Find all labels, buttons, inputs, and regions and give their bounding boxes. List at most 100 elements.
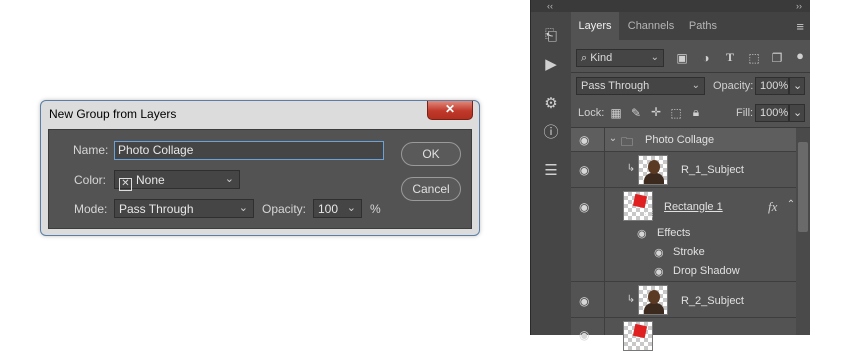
cancel-button[interactable]: Cancel — [401, 177, 461, 201]
layer-name[interactable]: Photo Collage — [645, 134, 714, 146]
divider — [604, 224, 605, 243]
image-filter-icon[interactable]: ▣ — [674, 51, 690, 65]
lock-label: Lock: — [578, 107, 605, 119]
color-label: Color: — [74, 173, 107, 187]
effects-label: Effects — [657, 227, 691, 239]
collapse-icon[interactable]: ‹‹ — [547, 0, 553, 12]
shape-vector-icon: ⬚ — [644, 208, 654, 219]
chevron-down-icon: ⌄ — [691, 80, 700, 91]
panel-menu-icon[interactable]: ≡ — [796, 19, 804, 34]
layer-name[interactable]: Rectangle 1 — [664, 201, 723, 213]
visibility-eye-icon[interactable]: ◉ — [579, 200, 589, 214]
subject-body — [644, 303, 664, 314]
opacity-label: Opacity: — [262, 202, 307, 216]
opacity-input[interactable]: 100 ⌄ — [313, 199, 362, 218]
layers-panel: ›› Layers Channels Paths ≡ ⌕ Kind ⌄ ▣ ◑ … — [571, 0, 810, 351]
layer-row-group[interactable]: ◉ ⌄ 🗀︎ Photo Collage — [571, 128, 796, 152]
play-actions-icon[interactable]: ▶ — [539, 54, 563, 76]
lock-all-icon[interactable]: 🔒︎ — [688, 105, 704, 120]
search-icon: ⌕ — [581, 52, 591, 64]
opacity-dropdown[interactable]: ⌄ — [789, 77, 805, 95]
visibility-eye-icon[interactable]: ◉ — [579, 294, 589, 308]
divider — [604, 188, 605, 224]
history-icon[interactable]: ⎗ — [539, 25, 563, 47]
shape-red-square — [632, 193, 648, 209]
visibility-eye-icon[interactable]: ◉ — [637, 227, 647, 240]
tab-channels[interactable]: Channels — [619, 12, 683, 40]
panel-header: ›› — [571, 0, 810, 12]
layer-name[interactable]: R_1_Subject — [681, 164, 744, 176]
layer-name[interactable]: R_2_Subject — [681, 295, 744, 307]
character-styles-icon[interactable]: ☰ — [539, 160, 563, 182]
effect-row-stroke[interactable]: ◉ Stroke — [571, 243, 796, 262]
divider — [604, 262, 605, 281]
tab-layers[interactable]: Layers — [571, 12, 619, 40]
chevron-down-icon: ⌄ — [224, 173, 234, 185]
smart-object-filter-icon[interactable]: ❐ — [769, 51, 785, 65]
effect-name: Stroke — [673, 246, 705, 258]
mode-select[interactable]: Pass Through ⌄ — [114, 199, 254, 218]
subject-face — [648, 160, 660, 174]
close-icon: ✕ — [444, 102, 456, 116]
mode-select-value: Pass Through — [119, 202, 194, 216]
visibility-eye-icon[interactable]: ◉ — [654, 265, 664, 278]
ok-button[interactable]: OK — [401, 142, 461, 166]
blend-mode-select[interactable]: Pass Through ⌄ — [576, 77, 705, 95]
color-select[interactable]: ✕ None ⌄ — [114, 170, 240, 191]
type-filter-icon[interactable]: T — [722, 50, 738, 65]
visibility-eye-icon[interactable]: ◉ — [579, 328, 589, 342]
lock-artboard-icon[interactable]: ⬚ — [668, 106, 684, 120]
filter-kind-value: Kind — [590, 52, 613, 64]
layer-thumbnail — [638, 155, 668, 185]
scrollbar-thumb[interactable] — [798, 142, 808, 232]
color-select-value: None — [136, 173, 165, 187]
subject-face — [648, 290, 660, 304]
expand-icon[interactable]: ›› — [796, 0, 802, 12]
dialog-body: Name: Photo Collage Color: ✕ None ⌄ Mode:… — [48, 129, 472, 229]
close-button[interactable]: ✕ — [427, 101, 473, 120]
subject-body — [644, 173, 664, 184]
chevron-down-icon: ⌄ — [793, 80, 803, 92]
adjustment-filter-icon[interactable]: ◑ — [698, 51, 714, 65]
layers-scrollbar[interactable] — [796, 128, 810, 335]
fx-icon[interactable]: fx — [768, 199, 777, 215]
visibility-eye-icon[interactable]: ◉ — [579, 163, 589, 177]
chevron-down-icon: ⌄ — [793, 107, 803, 119]
properties-icon[interactable]: ⚙ — [539, 93, 563, 115]
filter-toggle-icon[interactable]: ● — [792, 48, 808, 63]
fill-dropdown[interactable]: ⌄ — [789, 104, 805, 122]
layer-row-partial[interactable]: ◉ — [571, 318, 796, 351]
effects-row[interactable]: ◉ Effects — [571, 224, 796, 243]
layer-row[interactable]: ◉ ↳ R_1_Subject — [571, 152, 796, 188]
tab-paths[interactable]: Paths — [683, 12, 723, 40]
new-group-dialog: New Group from Layers ✕ Name: Photo Coll… — [40, 100, 480, 236]
shape-red-square — [632, 323, 648, 339]
fill-label: Fill: — [736, 107, 754, 119]
chevron-down-icon: ⌄ — [238, 202, 248, 214]
folder-icon: 🗀︎ — [620, 135, 633, 149]
layer-opacity-input[interactable]: 100% — [755, 77, 789, 95]
fill-input[interactable]: 100% — [755, 104, 789, 122]
effect-row-drop-shadow[interactable]: ◉ Drop Shadow — [571, 262, 796, 282]
name-label: Name: — [73, 143, 109, 157]
visibility-eye-icon[interactable]: ◉ — [654, 246, 664, 259]
none-color-icon: ✕ — [119, 178, 132, 191]
info-icon[interactable]: ⓘ — [539, 122, 563, 144]
name-input[interactable]: Photo Collage — [114, 141, 384, 160]
clipping-arrow-icon: ↳ — [626, 163, 636, 174]
opacity-value: 100 — [318, 202, 339, 216]
divider — [604, 282, 605, 317]
layer-row[interactable]: ◉ ↳ R_2_Subject — [571, 282, 796, 318]
dialog-title: New Group from Layers — [49, 107, 177, 121]
layer-thumbnail — [623, 321, 653, 351]
shape-filter-icon[interactable]: ⬚ — [746, 51, 762, 65]
dialog-titlebar: New Group from Layers ✕ — [41, 101, 479, 127]
lock-position-icon[interactable]: ✛ — [648, 105, 664, 119]
layer-row-shape[interactable]: ◉ ⬚ Rectangle 1 fx ⌃ — [571, 188, 796, 224]
lock-transparent-icon[interactable]: ▦ — [608, 106, 624, 120]
visibility-eye-icon[interactable]: ◉ — [579, 133, 589, 147]
panel-tool-strip: ‹‹ ⎗ ▶ ⚙ ⓘ ☰ — [530, 0, 572, 335]
lock-image-icon[interactable]: ✎ — [628, 106, 644, 120]
filter-kind-select[interactable]: ⌕ Kind ⌄ — [576, 49, 664, 67]
divider — [604, 152, 605, 187]
